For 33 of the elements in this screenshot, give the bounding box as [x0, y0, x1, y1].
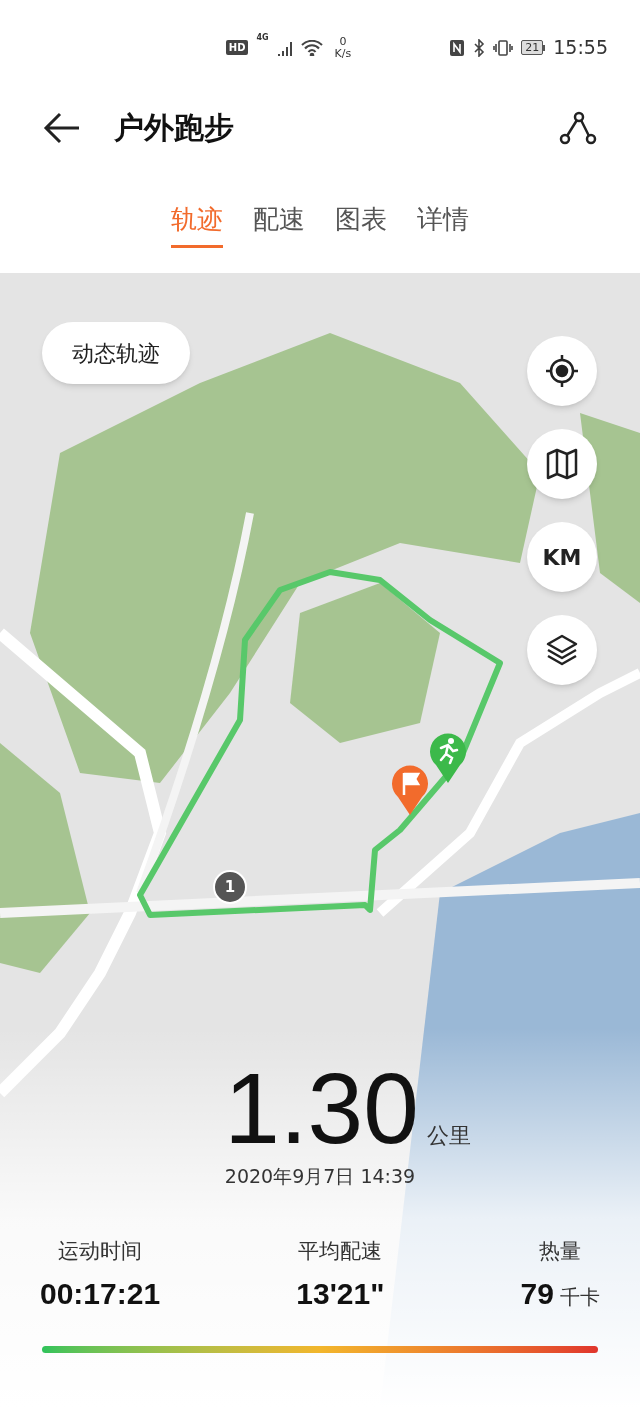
stat-value: 79 — [520, 1276, 554, 1312]
distance-value: 1.30 — [224, 1058, 419, 1158]
route-icon — [559, 110, 597, 145]
runner-marker-icon — [428, 731, 468, 783]
map-icon — [544, 446, 580, 482]
stat-label: 平均配速 — [298, 1237, 383, 1265]
dynamic-track-button[interactable]: 动态轨迹 — [42, 322, 190, 384]
vibrate-icon — [493, 38, 514, 57]
crosshair-icon — [544, 353, 580, 389]
signal-icon — [276, 39, 293, 56]
workout-date: 2020年9月7日 14:39 — [224, 1164, 416, 1189]
nfc-icon — [449, 38, 466, 57]
hd-badge: HD — [225, 40, 249, 55]
tab[interactable]: 图表 — [335, 200, 387, 248]
speed-unit: K/s — [334, 47, 352, 60]
page-title: 户外跑步 — [114, 109, 234, 147]
stat-unit: 千卡 — [560, 1284, 600, 1311]
tab[interactable]: 配速 — [253, 200, 305, 248]
stat-label: 运动时间 — [58, 1237, 143, 1265]
distance-unit: 公里 — [426, 1122, 471, 1150]
layers-icon — [544, 632, 580, 668]
stat-value: 13'21" — [296, 1276, 385, 1312]
clock-time: 15:55 — [553, 35, 608, 61]
speed-value: 0 — [339, 35, 347, 48]
battery-indicator: 21 — [521, 40, 546, 55]
tab[interactable]: 详情 — [417, 200, 469, 248]
stat-value: 00:17:21 — [40, 1276, 161, 1312]
flag-marker-icon — [390, 763, 430, 815]
wifi-icon — [300, 39, 323, 56]
back-arrow-icon — [43, 111, 81, 144]
stat-label: 热量 — [539, 1237, 582, 1265]
network-type: 4G — [256, 31, 269, 44]
bluetooth-icon — [473, 38, 486, 57]
